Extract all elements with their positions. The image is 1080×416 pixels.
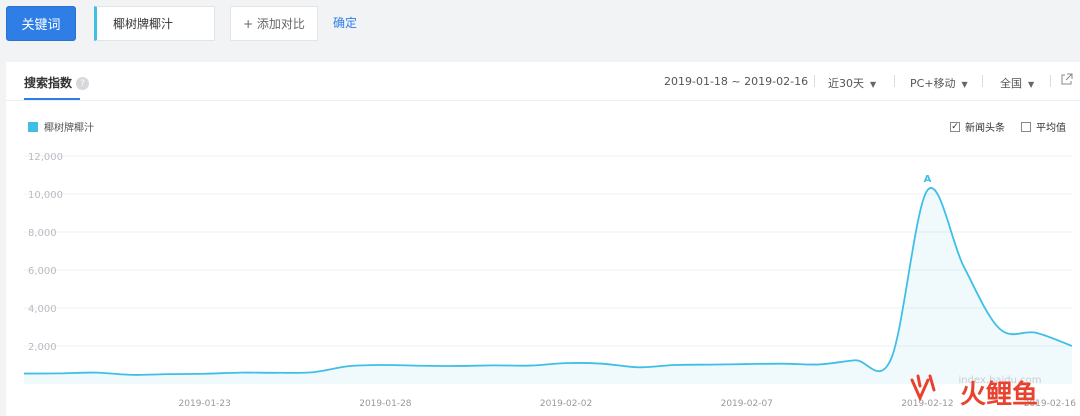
peak-marker-label: A — [924, 174, 932, 185]
x-tick-label: 2019-01-28 — [359, 399, 412, 409]
x-tick-label: 2019-02-07 — [721, 399, 773, 409]
x-tick-label: 2019-01-23 — [179, 399, 231, 409]
y-tick-label: 4,000 — [28, 304, 57, 315]
y-tick-label: 8,000 — [28, 228, 57, 239]
search-index-chart: 2,000 4,000 6,000 8,000 10,000 12,000 A 2019-… — [23, 152, 1077, 410]
y-axis-labels: 2,000 4,000 6,000 8,000 10,000 12,000 — [28, 152, 63, 353]
x-tick-label: 2019-02-02 — [540, 399, 592, 409]
series-area — [24, 187, 1072, 384]
y-tick-label: 10,000 — [28, 190, 63, 201]
x-axis-labels: 2019-01-23 2019-01-28 2019-02-02 2019-02-07… — [179, 399, 1077, 409]
logo-text: 火鲤鱼 — [960, 380, 1038, 410]
y-tick-label: 6,000 — [28, 266, 57, 277]
x-tick-label: 2019-02-12 — [901, 399, 953, 409]
y-tick-label: 12,000 — [28, 152, 63, 163]
y-tick-label: 2,000 — [28, 342, 57, 353]
